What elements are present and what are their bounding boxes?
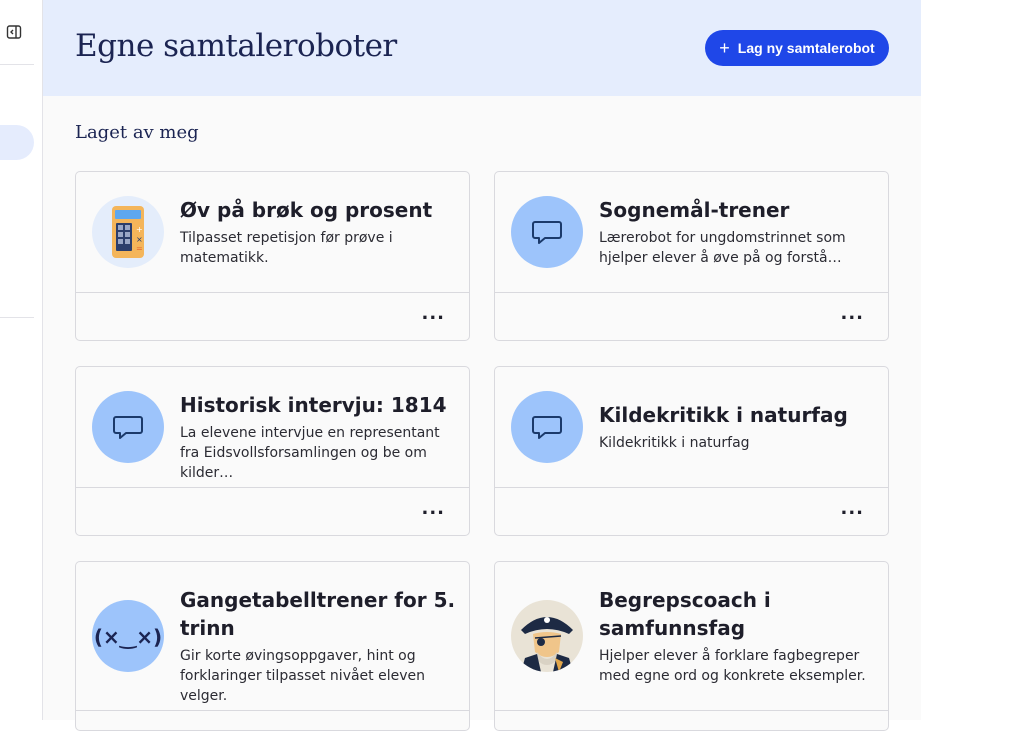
sidebar-divider [0, 317, 34, 318]
card-title: Gangetabelltrener for 5. trinn [180, 588, 456, 640]
page-header: Egne samtaleroboter + Lag ny samtalerobo… [43, 0, 921, 96]
sidebar [0, 0, 43, 720]
svg-text:=: = [136, 244, 143, 253]
card-description: La elevene intervjue en representant fra… [180, 425, 440, 481]
card-footer: ... [76, 487, 469, 535]
chat-bubble-icon [92, 391, 164, 463]
card-description: Gir korte øvingsoppgaver, hint og forkla… [180, 648, 425, 704]
card-description: Kildekritikk i naturfag [599, 435, 750, 451]
card-description: Hjelper elever å forklare fagbegreper me… [599, 648, 866, 684]
card-title: Begrepscoach i samfunnsfag [599, 588, 771, 640]
more-options-icon[interactable]: ... [840, 498, 864, 519]
chatbot-card[interactable]: Begrepscoach i samfunnsfag Hjelper eleve… [494, 561, 889, 731]
chat-bubble-icon [511, 196, 583, 268]
new-chatbot-button[interactable]: + Lag ny samtalerobot [705, 30, 889, 66]
svg-text:×: × [136, 235, 143, 244]
chatbot-card[interactable]: Sognemål-trener Lærerobot for ungdomstri… [494, 171, 889, 341]
pirate-captain-icon [511, 600, 583, 672]
chatbot-card[interactable]: Kildekritikk i naturfag Kildekritikk i n… [494, 366, 889, 536]
sidebar-item-active[interactable] [0, 125, 34, 160]
sidebar-divider [0, 64, 34, 65]
new-chatbot-button-label: Lag ny samtalerobot [737, 40, 875, 56]
chatbot-card[interactable]: + × = Øv på brøk og prosent Tilpasset re… [75, 171, 470, 341]
card-description: Tilpasset repetisjon før prøve i matemat… [180, 230, 393, 266]
main-content: Egne samtaleroboter + Lag ny samtalerobo… [43, 0, 921, 731]
more-options-icon[interactable]: ... [840, 303, 864, 324]
card-title: Øv på brøk og prosent [180, 198, 433, 222]
card-footer [76, 710, 469, 730]
calculator-icon: + × = [92, 196, 164, 268]
svg-text:(×‿×): (×‿×) [94, 625, 162, 649]
emoticon-face-icon: (×‿×) [92, 600, 164, 672]
more-options-icon[interactable]: ... [421, 498, 445, 519]
plus-icon: + [719, 38, 730, 58]
card-footer: ... [495, 487, 888, 535]
section-title: Laget av meg [75, 122, 199, 143]
card-footer: ... [76, 292, 469, 340]
chat-bubble-icon [511, 391, 583, 463]
chatbot-card[interactable]: Historisk intervju: 1814 La elevene inte… [75, 366, 470, 536]
more-options-icon[interactable]: ... [421, 303, 445, 324]
card-footer [495, 710, 888, 730]
card-title: Sognemål-trener [599, 198, 790, 222]
card-title: Kildekritikk i naturfag [599, 403, 848, 427]
card-title: Historisk intervju: 1814 [180, 393, 447, 417]
page-title: Egne samtaleroboter [75, 28, 397, 64]
card-description: Lærerobot for ungdomstrinnet som hjelper… [599, 230, 846, 266]
card-footer: ... [495, 292, 888, 340]
svg-text:+: + [136, 225, 143, 234]
chatbot-card[interactable]: (×‿×) Gangetabelltrener for 5. trinn Gir… [75, 561, 470, 731]
sidebar-collapse-icon[interactable] [6, 24, 22, 40]
